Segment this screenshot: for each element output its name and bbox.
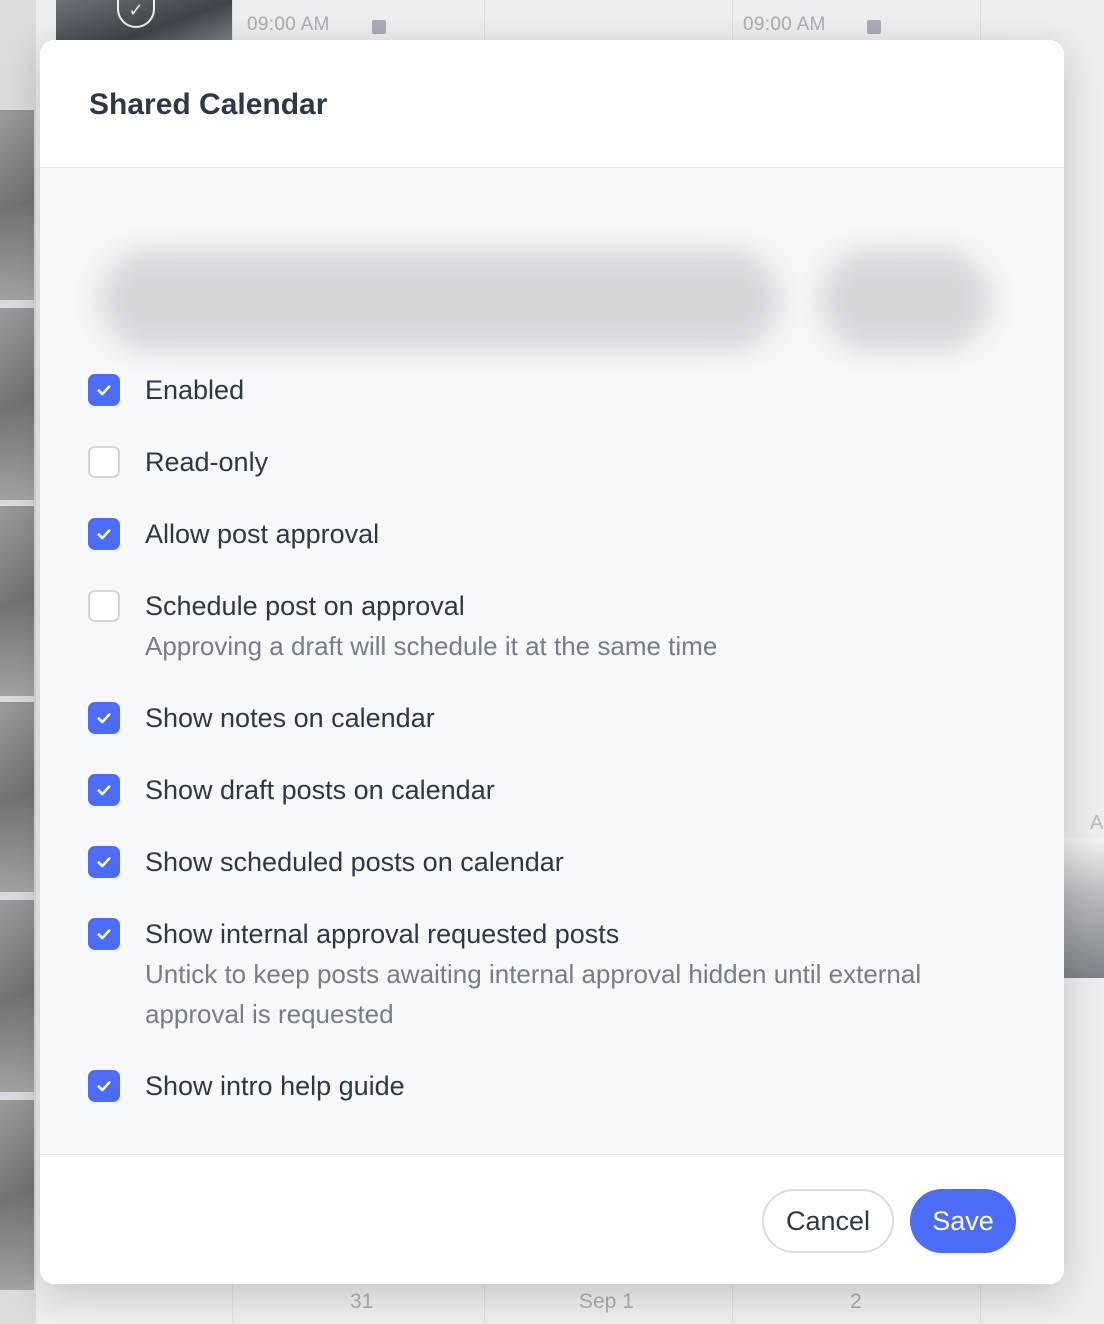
post-thumbnail [0,1100,34,1290]
post-time: 09:00 AM [743,14,826,35]
checkmark-icon [97,1081,111,1092]
option-label: Show intro help guide [145,1071,405,1101]
image-icon [867,20,881,34]
post-time: 09:00 AM [247,14,330,35]
cancel-button[interactable]: Cancel [762,1189,894,1253]
option-label: Show scheduled posts on calendar [145,847,564,877]
show-scheduled-checkbox[interactable] [88,846,120,878]
option-show-intro-guide[interactable]: Show intro help guide [88,1070,405,1102]
enabled-checkbox[interactable] [88,374,120,406]
checkmark-icon [97,857,111,868]
option-label: Read-only [145,447,269,477]
modal-header: Shared Calendar [40,40,1064,168]
option-read-only[interactable]: Read-only [88,446,268,478]
shared-calendar-modal: Shared Calendar Enabled Read-only Allow … [40,40,1064,1284]
option-show-scheduled[interactable]: Show scheduled posts on calendar [88,846,564,878]
schedule-on-approval-checkbox[interactable] [88,590,120,622]
post-thumbnail [0,308,34,500]
option-label: Show draft posts on calendar [145,775,495,805]
show-intro-guide-checkbox[interactable] [88,1070,120,1102]
option-enabled[interactable]: Enabled [88,374,244,406]
option-schedule-on-approval[interactable]: Schedule post on approval Approving a dr… [88,590,965,666]
day-number: 31 [350,1290,374,1313]
modal-footer: Cancel Save [40,1154,1064,1284]
edge-label: AM [1090,812,1104,834]
day-number: Sep 1 [579,1290,634,1313]
post-thumbnail [0,110,34,300]
option-label: Schedule post on approval [145,591,465,621]
post-thumbnail [1062,838,1104,978]
checkmark-icon [97,713,111,724]
allow-post-approval-checkbox[interactable] [88,518,120,550]
option-label: Show notes on calendar [145,703,435,733]
carousel-icon [372,20,386,34]
blurred-copy-button [820,250,990,350]
option-description: Untick to keep posts awaiting internal a… [145,959,922,1029]
checkmark-icon [97,385,111,396]
post-thumbnail [0,900,34,1092]
modal-title: Shared Calendar [89,88,328,121]
option-show-drafts[interactable]: Show draft posts on calendar [88,774,495,806]
day-number: 2 [850,1290,862,1313]
option-label: Show internal approval requested posts [145,919,620,949]
blurred-share-link [100,250,780,350]
option-label: Enabled [145,375,245,405]
checkmark-icon [97,785,111,796]
show-notes-checkbox[interactable] [88,702,120,734]
show-drafts-checkbox[interactable] [88,774,120,806]
post-thumbnail [0,702,34,892]
option-description: Approving a draft will schedule it at th… [145,631,718,661]
checkmark-icon [97,929,111,940]
option-show-notes[interactable]: Show notes on calendar [88,702,435,734]
save-button[interactable]: Save [910,1189,1016,1253]
option-allow-post-approval[interactable]: Allow post approval [88,518,379,550]
read-only-checkbox[interactable] [88,446,120,478]
show-internal-approval-checkbox[interactable] [88,918,120,950]
option-show-internal-approval[interactable]: Show internal approval requested posts U… [88,918,965,1034]
post-thumbnail [0,506,34,696]
checkmark-icon [97,529,111,540]
option-label: Allow post approval [145,519,380,549]
